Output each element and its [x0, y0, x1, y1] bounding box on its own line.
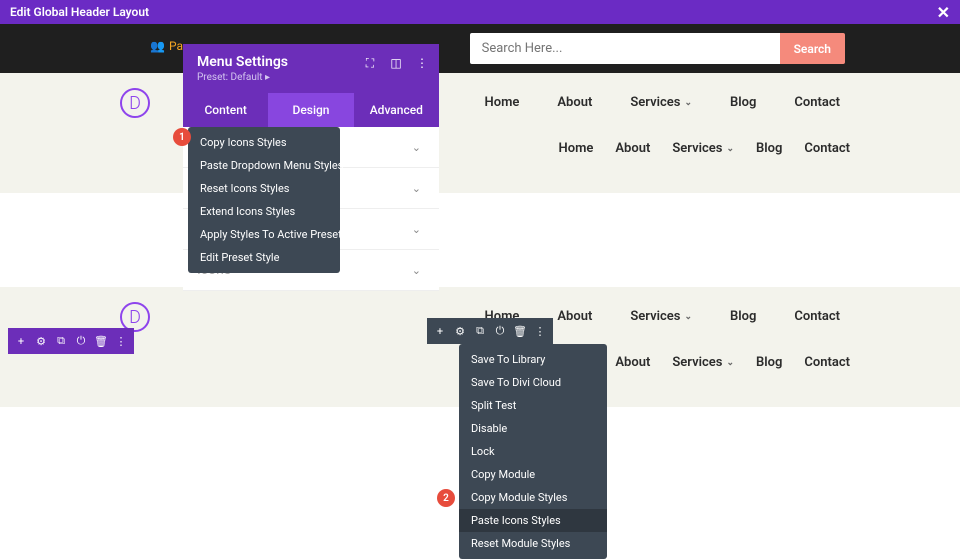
- nav2-blog[interactable]: Blog: [756, 141, 782, 156]
- ctx-reset-icons-styles[interactable]: Reset Icons Styles: [188, 177, 340, 200]
- ctx-extend-icons-styles[interactable]: Extend Icons Styles: [188, 200, 340, 223]
- module-toolbar-dark: + ⚙ ⧉ ⏻ 🗑 ⋮: [427, 318, 553, 344]
- chevron-down-icon: ⌄: [684, 312, 692, 322]
- navb2-services[interactable]: Services ⌄: [672, 355, 734, 370]
- module-toolbar: + ⚙ ⧉ ⏻ 🗑 ⋮: [8, 328, 134, 354]
- nav-blog[interactable]: Blog: [730, 95, 756, 110]
- tab-design[interactable]: Design: [268, 93, 353, 127]
- ctx-reset-module-styles[interactable]: Reset Module Styles: [459, 532, 607, 555]
- gear-icon[interactable]: ⚙: [451, 322, 469, 340]
- panel-preset[interactable]: Preset: Default ▸: [197, 72, 425, 83]
- expand-icon[interactable]: ⛶: [363, 56, 377, 70]
- nav2-home[interactable]: Home: [559, 141, 594, 156]
- ctx-paste-icons-styles[interactable]: Paste Icons Styles: [459, 509, 607, 532]
- ctx-edit-preset[interactable]: Edit Preset Style: [188, 246, 340, 269]
- power-icon[interactable]: ⏻: [72, 332, 90, 350]
- search-button[interactable]: Search: [780, 33, 845, 64]
- navb2-about[interactable]: About: [615, 355, 650, 370]
- ctx-lock[interactable]: Lock: [459, 440, 607, 463]
- gear-icon[interactable]: ⚙: [32, 332, 50, 350]
- more-icon[interactable]: ⋮: [531, 322, 549, 340]
- nav2-services[interactable]: Services ⌄: [672, 141, 734, 156]
- chevron-down-icon: ⌄: [684, 98, 692, 108]
- page-title: Edit Global Header Layout: [10, 5, 149, 19]
- ctx-apply-preset[interactable]: Apply Styles To Active Preset: [188, 223, 340, 246]
- ctx-save-library[interactable]: Save To Library: [459, 348, 607, 371]
- chevron-down-icon: ⌄: [726, 358, 734, 368]
- people-icon: 👥: [150, 39, 165, 53]
- nav2-services-label: Services: [672, 141, 722, 156]
- nav-services-label: Services: [630, 95, 680, 110]
- tab-content[interactable]: Content: [183, 93, 268, 127]
- ctx-copy-module[interactable]: Copy Module: [459, 463, 607, 486]
- navb-blog[interactable]: Blog: [730, 309, 756, 324]
- chevron-down-icon: ⌄: [412, 223, 421, 236]
- navb2-services-label: Services: [672, 355, 722, 370]
- close-icon[interactable]: ✕: [937, 3, 950, 22]
- duplicate-icon[interactable]: ⧉: [52, 332, 70, 350]
- navb-contact[interactable]: Contact: [794, 309, 840, 324]
- search-input[interactable]: [470, 33, 780, 64]
- ctx-disable[interactable]: Disable: [459, 417, 607, 440]
- context-menu-styles: Copy Icons Styles Paste Dropdown Menu St…: [188, 127, 340, 273]
- power-icon[interactable]: ⏻: [491, 322, 509, 340]
- nav2-contact[interactable]: Contact: [804, 141, 850, 156]
- columns-icon[interactable]: ◫: [389, 56, 403, 70]
- tab-advanced[interactable]: Advanced: [354, 93, 439, 127]
- navb2-contact[interactable]: Contact: [804, 355, 850, 370]
- nav-about[interactable]: About: [557, 95, 592, 110]
- chevron-down-icon: ⌄: [412, 141, 421, 154]
- trash-icon[interactable]: 🗑: [92, 332, 110, 350]
- people-indicator: 👥 Pa: [150, 39, 183, 53]
- nav-home[interactable]: Home: [485, 95, 520, 110]
- navb-services[interactable]: Services ⌄: [630, 309, 692, 324]
- ctx-copy-icons-styles[interactable]: Copy Icons Styles: [188, 131, 340, 154]
- ctx-copy-module-styles[interactable]: Copy Module Styles: [459, 486, 607, 509]
- ctx-paste-dropdown-styles[interactable]: Paste Dropdown Menu Styles: [188, 154, 340, 177]
- people-label: Pa: [169, 39, 183, 53]
- more-icon[interactable]: ⋮: [415, 56, 429, 70]
- nav2-about[interactable]: About: [615, 141, 650, 156]
- duplicate-icon[interactable]: ⧉: [471, 322, 489, 340]
- navb-about[interactable]: About: [557, 309, 592, 324]
- ctx-save-cloud[interactable]: Save To Divi Cloud: [459, 371, 607, 394]
- navb-services-label: Services: [630, 309, 680, 324]
- callout-badge-1: 1: [173, 128, 191, 146]
- ctx-split-test[interactable]: Split Test: [459, 394, 607, 417]
- navb2-blog[interactable]: Blog: [756, 355, 782, 370]
- more-icon[interactable]: ⋮: [112, 332, 130, 350]
- chevron-down-icon: ⌄: [412, 264, 421, 277]
- add-icon[interactable]: +: [431, 322, 449, 340]
- trash-icon[interactable]: 🗑: [511, 322, 529, 340]
- nav-services[interactable]: Services ⌄: [630, 95, 692, 110]
- callout-badge-2: 2: [437, 489, 455, 507]
- nav-contact[interactable]: Contact: [794, 95, 840, 110]
- logo: D: [120, 88, 150, 118]
- add-icon[interactable]: +: [12, 332, 30, 350]
- chevron-down-icon: ⌄: [726, 144, 734, 154]
- chevron-down-icon: ⌄: [412, 182, 421, 195]
